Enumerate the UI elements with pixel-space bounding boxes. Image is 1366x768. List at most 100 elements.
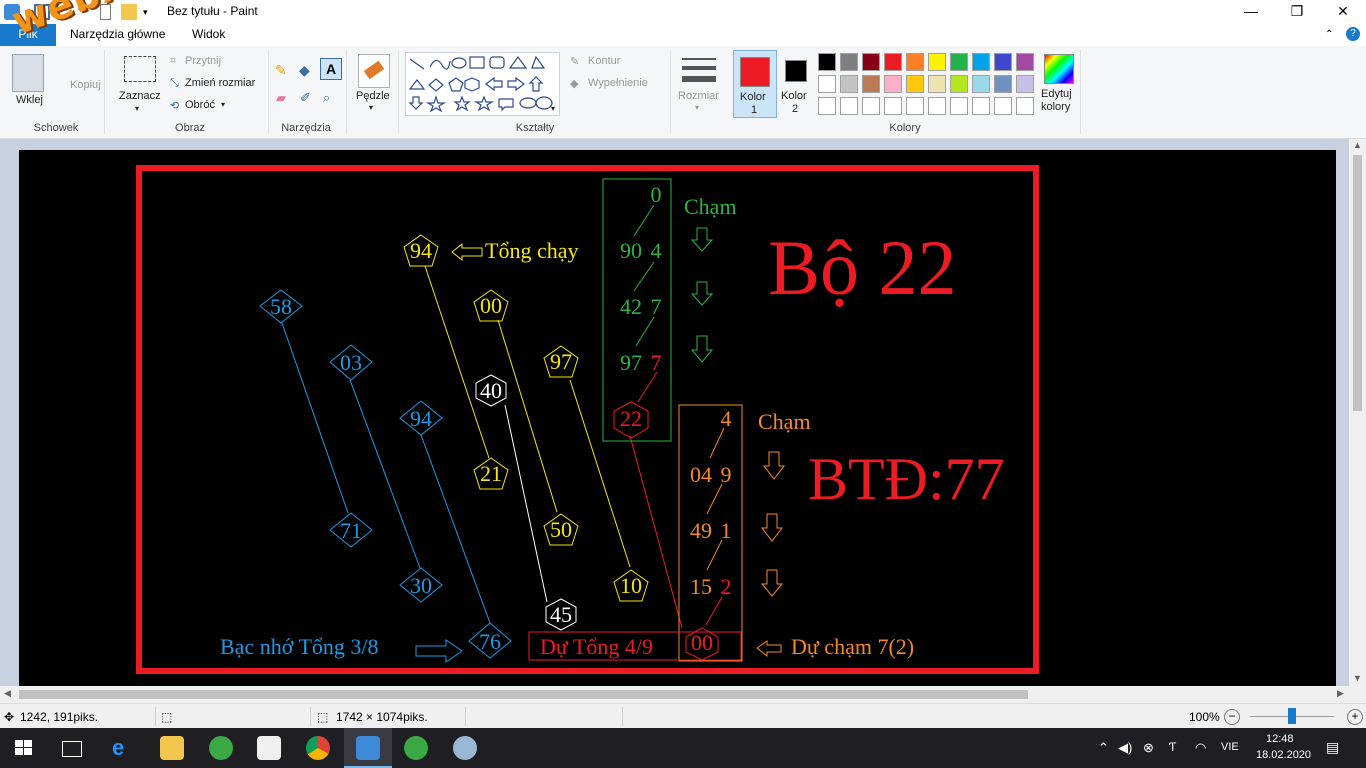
edge-browser-icon[interactable]: e <box>112 736 136 760</box>
palette-swatch[interactable] <box>906 75 924 93</box>
palette-swatch[interactable] <box>818 53 836 71</box>
clock-time[interactable]: 12:48 <box>1266 733 1294 745</box>
maximize-button[interactable]: ❐ <box>1274 0 1320 24</box>
settings-app-icon[interactable] <box>453 736 477 760</box>
task-view-icon[interactable] <box>62 741 82 757</box>
palette-swatch[interactable] <box>862 75 880 93</box>
language-indicator[interactable]: VIE <box>1221 741 1239 753</box>
zoom-out-button[interactable]: − <box>1224 709 1240 725</box>
horizontal-scrollbar[interactable]: ◀ ▶ <box>0 686 1349 703</box>
resize-icon[interactable]: ⤡ <box>170 77 179 90</box>
palette-swatch[interactable] <box>1016 53 1034 71</box>
zoom-in-button[interactable]: + <box>1347 709 1363 725</box>
color-picker-icon[interactable]: ✐ <box>300 90 311 106</box>
palette-swatch[interactable] <box>950 97 968 115</box>
size-icon[interactable] <box>682 56 716 86</box>
palette-swatch[interactable] <box>1016 97 1034 115</box>
text-tool-icon[interactable]: A <box>320 58 342 80</box>
coccoc-app-icon[interactable] <box>209 736 233 760</box>
horizontal-scroll-thumb[interactable] <box>19 690 1028 699</box>
shapes-scroll-icon[interactable]: ▾ <box>551 104 555 113</box>
edit-colors-label-1[interactable]: Edytuj <box>1041 88 1072 100</box>
select-button-label[interactable]: Zaznacz <box>119 90 161 102</box>
outline-icon[interactable]: ✎ <box>570 55 579 68</box>
paste-button-label[interactable]: Wklej <box>16 94 43 106</box>
drawing-canvas[interactable]: 58 03 94 71 30 76 94 00 97 21 50 10 40 4… <box>19 150 1336 686</box>
edit-colors-label-2[interactable]: kolory <box>1041 101 1070 113</box>
color1-button[interactable]: Kolor 1 <box>733 50 777 118</box>
palette-swatch[interactable] <box>994 97 1012 115</box>
palette-swatch[interactable] <box>818 97 836 115</box>
vertical-scrollbar[interactable]: ▲ ▼ <box>1349 139 1366 686</box>
store-icon[interactable] <box>257 736 281 760</box>
brushes-button-label[interactable]: Pędzle <box>356 90 390 102</box>
palette-swatch[interactable] <box>840 97 858 115</box>
palette-swatch[interactable] <box>928 97 946 115</box>
eraser-icon[interactable]: ▰ <box>276 90 286 106</box>
scroll-up-icon[interactable]: ▲ <box>1353 140 1362 150</box>
select-dropdown-icon[interactable]: ▾ <box>135 104 139 113</box>
palette-swatch[interactable] <box>862 97 880 115</box>
brushes-icon[interactable] <box>358 54 390 88</box>
rotate-dropdown-icon[interactable]: ▾ <box>221 100 225 109</box>
rotate-button[interactable]: Obróć <box>185 99 215 111</box>
zoom-slider-thumb[interactable] <box>1288 708 1296 724</box>
palette-swatch[interactable] <box>928 53 946 71</box>
palette-swatch[interactable] <box>994 53 1012 71</box>
customize-toolbar-icon[interactable]: ▾ <box>143 4 159 20</box>
clock-date[interactable]: 18.02.2020 <box>1256 749 1311 761</box>
scroll-right-icon[interactable]: ▶ <box>1337 688 1344 699</box>
tab-view[interactable]: Widok <box>192 24 225 46</box>
palette-swatch[interactable] <box>972 75 990 93</box>
copy-button[interactable]: Kopiuj <box>70 79 101 91</box>
tray-chevron-icon[interactable]: ⌃ <box>1098 740 1109 756</box>
collapse-ribbon-icon[interactable]: ⌃ <box>1325 24 1333 46</box>
scroll-down-icon[interactable]: ▼ <box>1353 673 1362 683</box>
palette-swatch[interactable] <box>994 75 1012 93</box>
brushes-dropdown-icon[interactable]: ▾ <box>369 103 373 112</box>
palette-swatch[interactable] <box>906 53 924 71</box>
close-button[interactable]: ✕ <box>1320 0 1366 24</box>
palette-swatch[interactable] <box>906 97 924 115</box>
palette-swatch[interactable] <box>972 53 990 71</box>
magnifier-icon[interactable]: ⌕ <box>323 90 330 106</box>
size-button-label[interactable]: Rozmiar <box>678 90 719 102</box>
volume-icon[interactable]: ◀) <box>1118 740 1132 756</box>
palette-swatch[interactable] <box>840 75 858 93</box>
notifications-icon[interactable]: ▤ <box>1326 739 1339 756</box>
palette-swatch[interactable] <box>1016 75 1034 93</box>
fill-bucket-icon[interactable]: ◆ <box>299 62 310 79</box>
scroll-left-icon[interactable]: ◀ <box>4 688 11 699</box>
wifi-icon[interactable]: ◠ <box>1195 740 1206 756</box>
palette-swatch[interactable] <box>972 97 990 115</box>
palette-swatch[interactable] <box>862 53 880 71</box>
ime-icon[interactable]: Ƭ <box>1169 740 1176 754</box>
palette-swatch[interactable] <box>884 75 902 93</box>
fill-button[interactable]: Wypełnienie <box>588 77 648 89</box>
palette-swatch[interactable] <box>884 97 902 115</box>
palette-swatch[interactable] <box>950 53 968 71</box>
select-icon[interactable] <box>124 56 156 82</box>
resize-button[interactable]: Zmień rozmiar <box>185 77 255 89</box>
paint-taskbar-button[interactable] <box>344 728 392 768</box>
windows-start-icon[interactable] <box>15 740 33 756</box>
chrome-icon[interactable] <box>306 736 330 760</box>
help-icon[interactable]: ? <box>1346 27 1360 41</box>
crop-icon[interactable]: ⌗ <box>170 55 176 68</box>
palette-swatch[interactable] <box>884 53 902 71</box>
coccoc-app-icon[interactable] <box>404 736 428 760</box>
color2-button[interactable]: Kolor 2 <box>777 50 817 116</box>
outline-button[interactable]: Kontur <box>588 55 620 67</box>
fill-icon[interactable]: ◆ <box>570 77 578 90</box>
open-folder-icon[interactable] <box>121 4 137 20</box>
palette-swatch[interactable] <box>950 75 968 93</box>
paste-icon[interactable] <box>12 54 44 92</box>
crop-button[interactable]: Przytnij <box>185 55 221 67</box>
minimize-button[interactable]: — <box>1228 0 1274 24</box>
vertical-scroll-thumb[interactable] <box>1353 155 1362 411</box>
edit-colors-icon[interactable] <box>1044 54 1074 84</box>
shapes-gallery[interactable] <box>405 52 560 116</box>
palette-swatch[interactable] <box>818 75 836 93</box>
palette-swatch[interactable] <box>840 53 858 71</box>
pencil-icon[interactable]: ✎ <box>275 62 287 79</box>
